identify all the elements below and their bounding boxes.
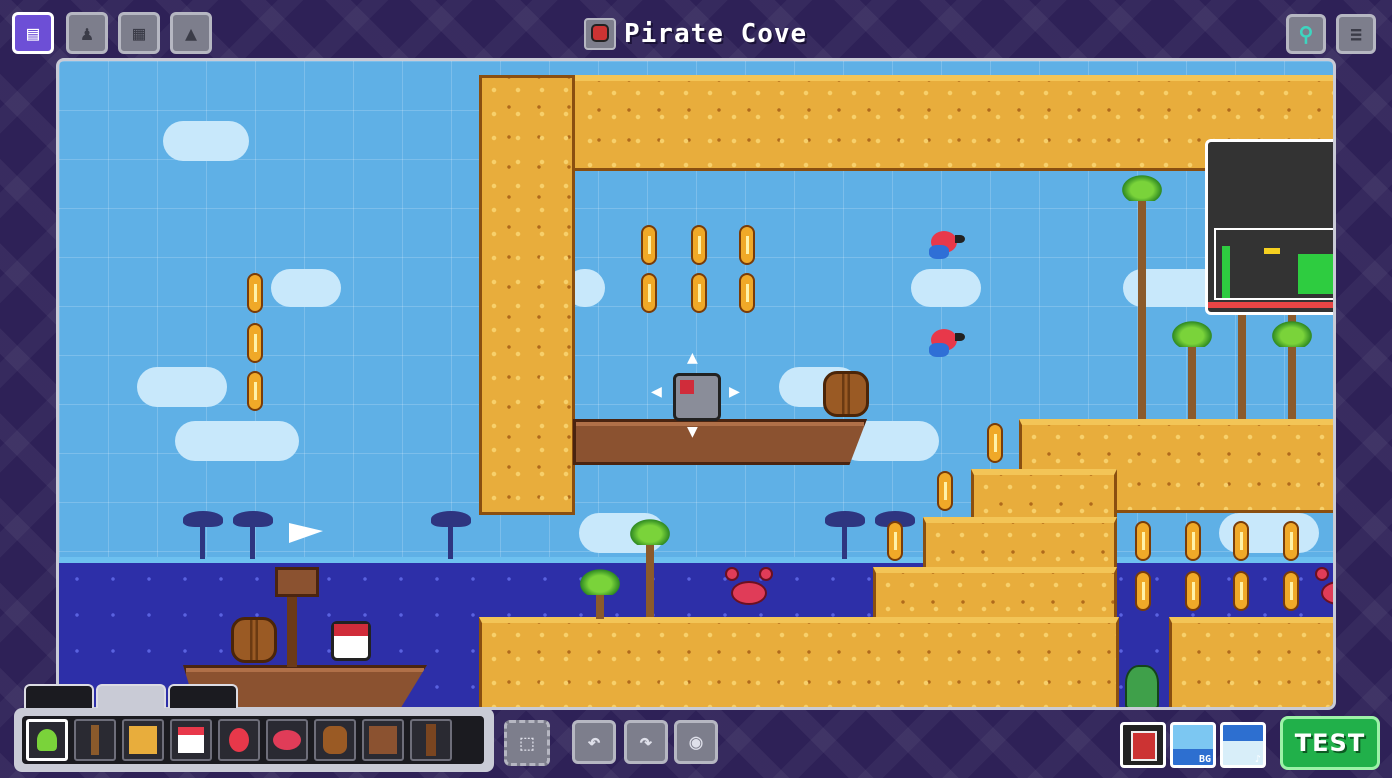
gamepad-icon[interactable]: ⚲ [1286, 14, 1326, 54]
coin[interactable] [247, 273, 263, 313]
wooden-platform [573, 419, 867, 465]
music-thumb[interactable]: ♪ [1220, 722, 1266, 768]
cloud [271, 269, 341, 307]
level-canvas[interactable]: ▲ ▼ ◀ ▶ [56, 58, 1336, 710]
ship-flag [289, 523, 323, 543]
background-palm [183, 511, 223, 559]
objects-icon[interactable] [96, 684, 166, 708]
coin[interactable] [1185, 571, 1201, 611]
barrel[interactable] [823, 371, 869, 417]
test-button[interactable]: TEST [1280, 716, 1380, 770]
background-thumb[interactable]: BG [1170, 722, 1216, 768]
camera-icon[interactable]: ◉ [674, 720, 718, 764]
terrain-strip-icon[interactable] [24, 684, 94, 708]
level-thumbnail-icon [584, 18, 616, 50]
move-right-arrow-icon[interactable]: ▶ [729, 381, 740, 402]
redo-icon[interactable]: ↷ [624, 720, 668, 764]
coin[interactable] [1135, 571, 1151, 611]
coin[interactable] [1283, 521, 1299, 561]
music-thumb-label: ♪ [1254, 754, 1261, 765]
cloud [175, 421, 299, 461]
minimap-terrain [1222, 246, 1230, 298]
coin[interactable] [691, 225, 707, 265]
coin[interactable] [247, 323, 263, 363]
palm-tree[interactable] [1169, 319, 1215, 419]
coin[interactable] [987, 423, 1003, 463]
parrot-enemy[interactable] [925, 325, 965, 365]
parrot-enemy[interactable] [925, 227, 965, 267]
pillar-icon[interactable] [410, 719, 452, 761]
object-palette [14, 708, 494, 772]
level-minimap[interactable] [1205, 139, 1333, 315]
selection-icon[interactable]: ⬚ [504, 720, 550, 766]
parrot-icon[interactable] [218, 719, 260, 761]
palette-items [22, 716, 484, 764]
player-thumb-icon [1131, 731, 1157, 761]
crab-enemy[interactable] [725, 567, 773, 609]
player-knight[interactable] [673, 373, 721, 421]
hamburger-menu-icon[interactable]: ≡ [1336, 14, 1376, 54]
level-icon[interactable]: ▤ [12, 12, 54, 54]
move-left-arrow-icon[interactable]: ◀ [651, 381, 662, 402]
minimap-terrain [1298, 254, 1333, 294]
background-thumb-label: BG [1198, 754, 1211, 765]
palm-tree[interactable] [1269, 319, 1315, 419]
player-thumb[interactable] [1120, 722, 1166, 768]
palm-tree[interactable] [1119, 173, 1165, 419]
crab-icon[interactable] [266, 719, 308, 761]
barrel-icon[interactable] [314, 719, 356, 761]
coin[interactable] [247, 371, 263, 411]
coin[interactable] [887, 521, 903, 561]
blocks-icon[interactable]: ▦ [118, 12, 160, 54]
sand-wall-left [479, 75, 575, 515]
post-icon[interactable] [74, 719, 116, 761]
coin[interactable] [691, 273, 707, 313]
coin[interactable] [739, 225, 755, 265]
sand-ground-right [1169, 617, 1333, 707]
sand-ground [479, 617, 1119, 707]
coin[interactable] [937, 471, 953, 511]
coin[interactable] [641, 225, 657, 265]
coin[interactable] [1233, 571, 1249, 611]
palm-tree[interactable] [577, 567, 623, 619]
coin[interactable] [1185, 521, 1201, 561]
coin[interactable] [1135, 521, 1151, 561]
pirate-icon[interactable] [170, 719, 212, 761]
undo-icon[interactable]: ↶ [572, 720, 616, 764]
cloud [137, 367, 227, 407]
background-palm [233, 511, 273, 559]
crab-enemy[interactable] [1315, 567, 1333, 609]
coin[interactable] [1283, 571, 1299, 611]
cloud [911, 269, 981, 307]
level-title[interactable]: Pirate Cove [624, 19, 807, 49]
coin[interactable] [641, 273, 657, 313]
move-down-arrow-icon[interactable]: ▼ [687, 421, 698, 442]
palm-tree-icon[interactable] [26, 719, 68, 761]
pirate-enemy[interactable] [331, 621, 371, 661]
cloud [163, 121, 249, 161]
minimap-coins [1264, 248, 1280, 254]
coin[interactable] [1233, 521, 1249, 561]
move-up-arrow-icon[interactable]: ▲ [687, 347, 698, 368]
background-palm [431, 511, 471, 559]
crate-icon[interactable] [362, 719, 404, 761]
tools-icon[interactable] [168, 684, 238, 708]
sand-block-icon[interactable] [122, 719, 164, 761]
mountains-icon[interactable]: ▲ [170, 12, 212, 54]
minimap-hazard [1208, 302, 1333, 308]
palm-tree[interactable] [627, 517, 673, 617]
coin[interactable] [739, 273, 755, 313]
level-title-bar: Pirate Cove [584, 14, 807, 54]
crows-nest [275, 567, 319, 597]
crocodile-enemy[interactable] [1125, 665, 1159, 707]
barrel[interactable] [231, 617, 277, 663]
background-palm [825, 511, 865, 559]
character-icon[interactable]: ♟ [66, 12, 108, 54]
